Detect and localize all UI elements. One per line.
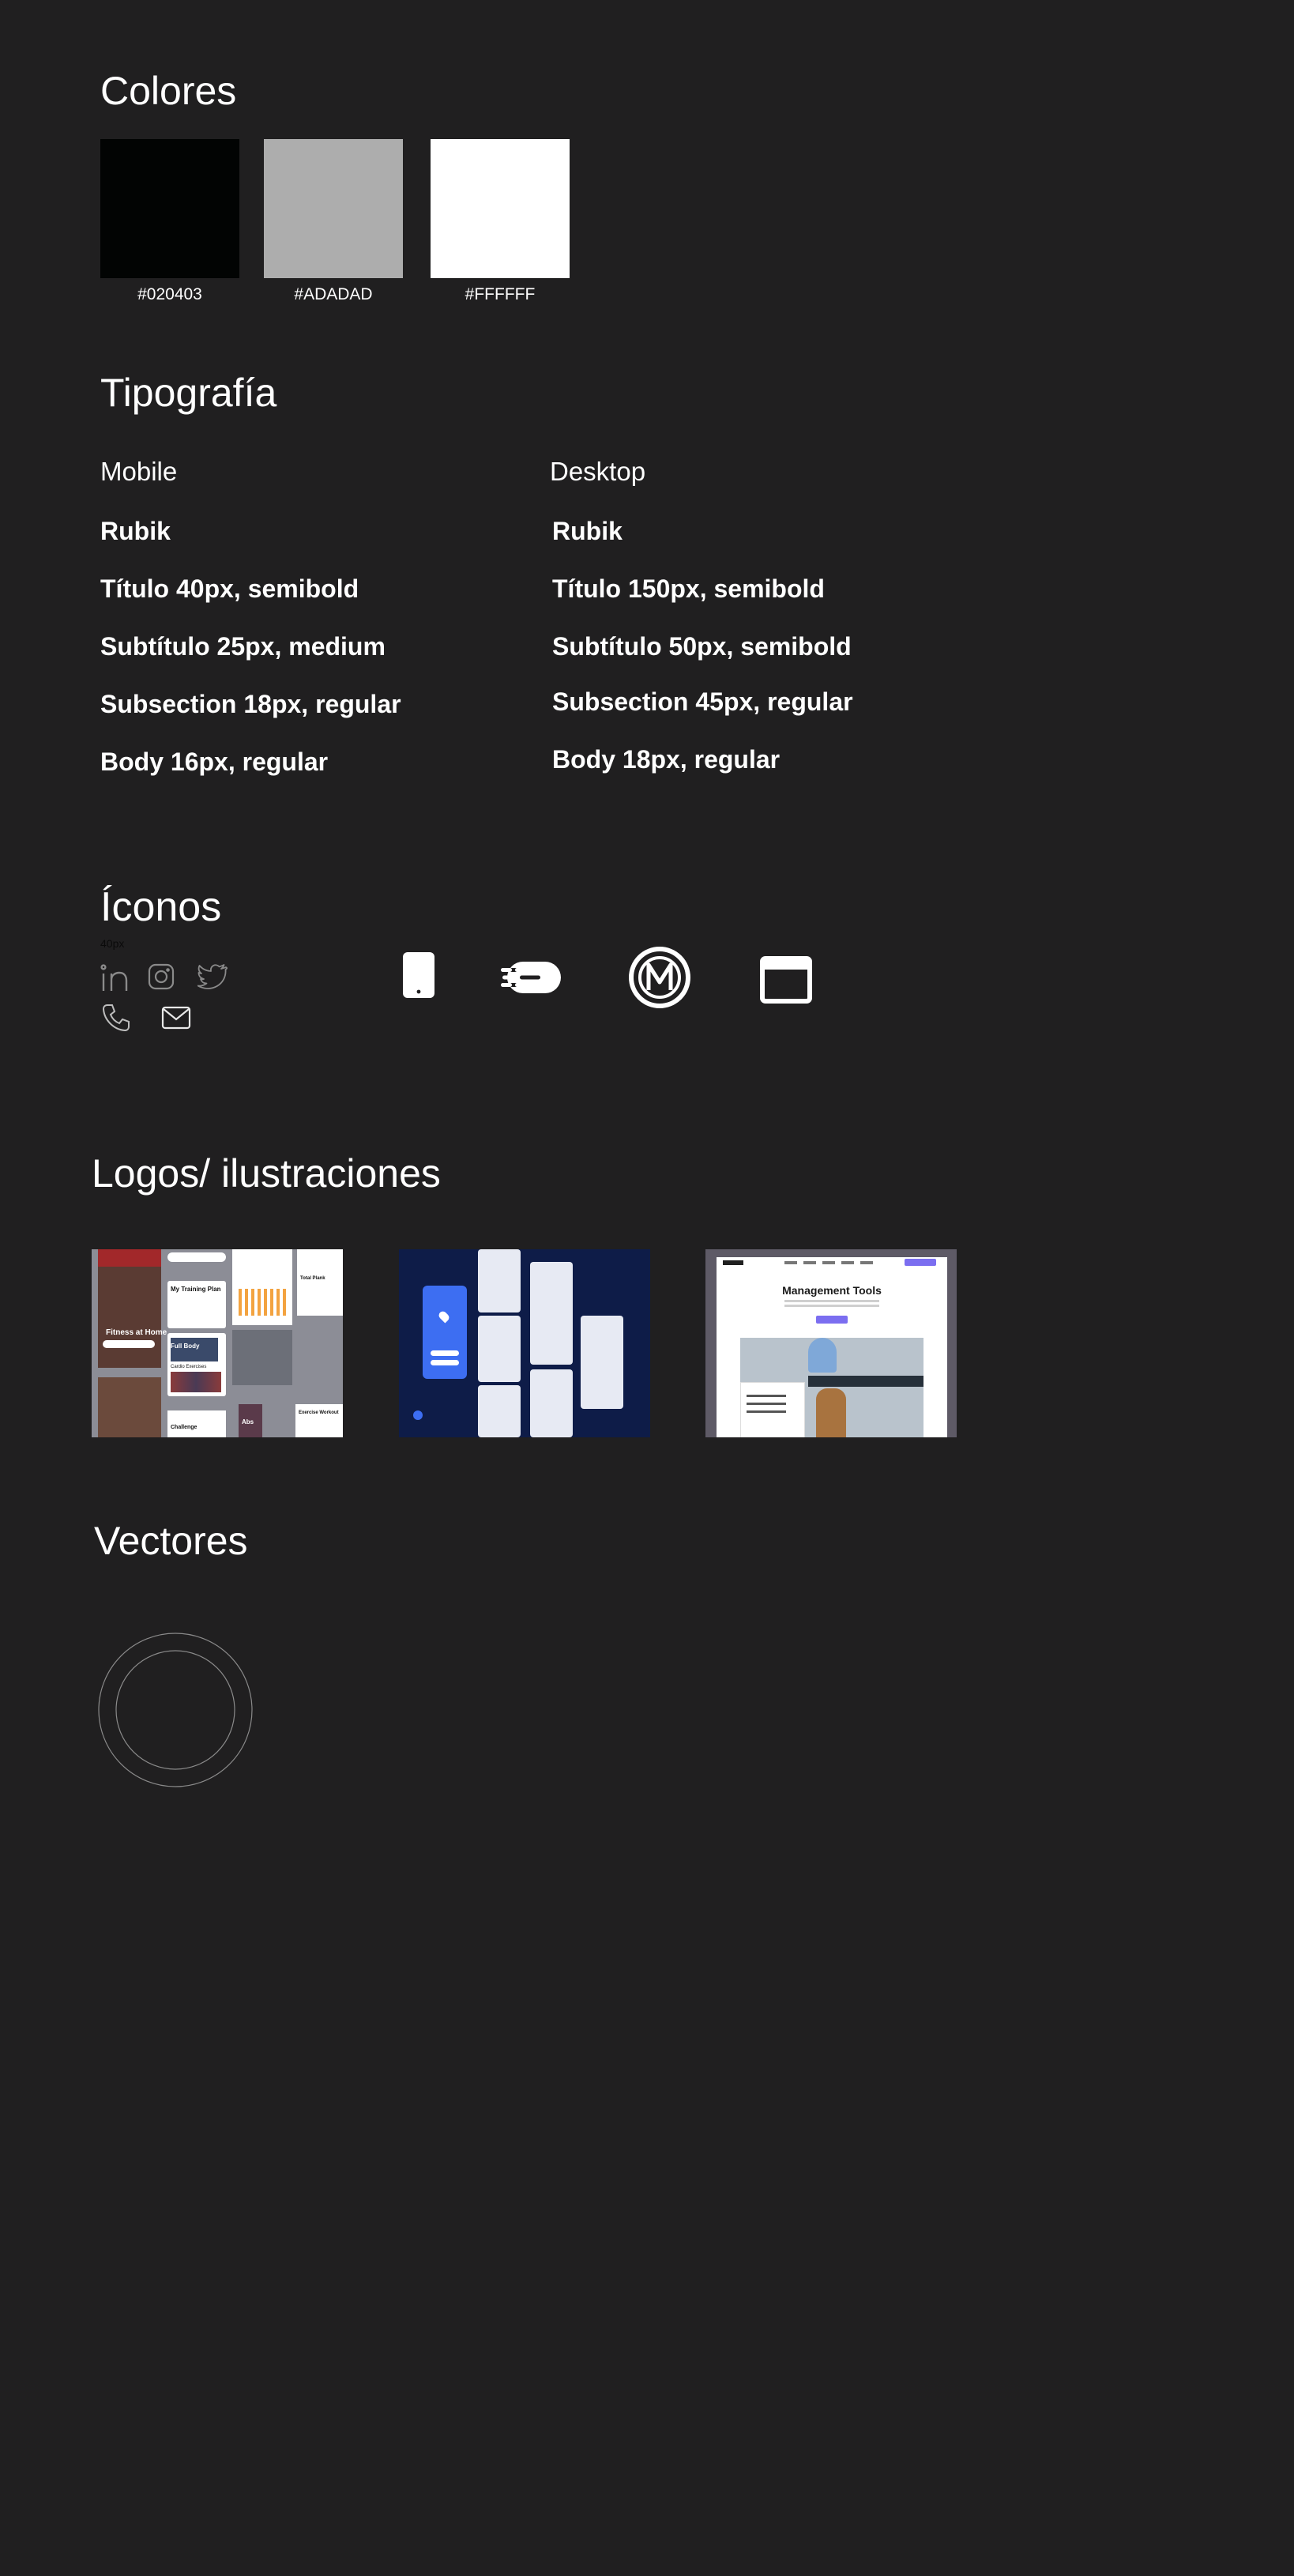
card-total-plank — [297, 1249, 343, 1316]
linkedin-icon[interactable] — [100, 962, 132, 994]
mobile-type-title: Título 40px, semibold — [100, 574, 359, 603]
colores-title: Colores — [100, 69, 237, 113]
logo-dot — [413, 1410, 423, 1420]
swatch-white — [431, 139, 570, 278]
pill — [167, 1252, 226, 1262]
mobile-device-icon[interactable] — [402, 951, 435, 999]
site-nav — [784, 1261, 879, 1264]
browser-window-icon[interactable] — [760, 956, 812, 1004]
card-thumbs — [171, 1372, 221, 1392]
thumb-text: My Training Plan — [171, 1286, 221, 1293]
desktop-type-subtitle: Subtítulo 50px, semibold — [552, 632, 852, 661]
concentric-circles-vector — [98, 1633, 253, 1787]
thumb-text: Exercise Workout — [299, 1410, 339, 1415]
vectores-title: Vectores — [94, 1519, 248, 1563]
thumb-text: Total Plank — [300, 1276, 325, 1281]
screen-button — [431, 1360, 459, 1365]
screen-card — [581, 1316, 623, 1409]
screen-button — [431, 1350, 459, 1356]
swatch-black — [100, 139, 239, 278]
thumb-text: Management Tools — [782, 1284, 882, 1297]
m-logo-icon[interactable] — [628, 946, 691, 1009]
mail-icon[interactable] — [160, 1005, 192, 1030]
site-logo — [723, 1260, 743, 1265]
task-line — [747, 1410, 786, 1413]
card-exercise — [295, 1404, 343, 1437]
phone-screen-photo — [98, 1377, 161, 1437]
dog-figure — [816, 1388, 846, 1437]
mobile-type-subsection: Subsection 18px, regular — [100, 690, 401, 718]
screen-card — [478, 1385, 521, 1437]
twitter-icon[interactable] — [197, 964, 228, 989]
thumb-text: Abs — [242, 1418, 254, 1425]
phone-icon[interactable] — [100, 1002, 132, 1034]
task-card — [740, 1382, 805, 1437]
screen-card — [530, 1262, 573, 1365]
mobile-app-screens[interactable] — [399, 1249, 650, 1437]
mobile-type-body: Body 16px, regular — [100, 748, 329, 776]
logos-title: Logos/ ilustraciones — [92, 1151, 441, 1196]
swatch-gray — [264, 139, 403, 278]
iconos-title: Íconos — [100, 884, 222, 930]
site-subtext — [784, 1300, 879, 1302]
desktop-type-body: Body 18px, regular — [552, 745, 781, 774]
desktop-type-title: Título 150px, semibold — [552, 574, 825, 603]
desktop-type-subsection: Subsection 45px, regular — [552, 687, 853, 716]
mobile-type-subtitle: Subtítulo 25px, medium — [100, 632, 386, 661]
phone-button — [103, 1340, 155, 1348]
tipografia-title: Tipografía — [100, 371, 277, 415]
card-plank-photo — [232, 1330, 292, 1385]
site-subtext — [784, 1305, 879, 1307]
screen-card — [478, 1316, 521, 1382]
phone-header — [98, 1249, 161, 1267]
screen-card — [478, 1249, 521, 1312]
person-figure — [808, 1338, 837, 1373]
speed-icon[interactable] — [499, 959, 562, 996]
swatch-label: #ADADAD — [294, 285, 373, 303]
swatch-label: #020403 — [137, 285, 202, 303]
management-tools-website[interactable]: Management Tools — [705, 1249, 957, 1437]
card-image — [171, 1338, 218, 1361]
mobile-type-font: Rubik — [100, 517, 171, 545]
card-challenge — [167, 1410, 226, 1437]
thumb-text: Challenge — [171, 1425, 197, 1430]
icon-size-caption: 40px — [100, 937, 125, 950]
phone-screen-red — [98, 1249, 161, 1368]
desk-graphic — [808, 1376, 923, 1387]
mobile-heading: Mobile — [100, 457, 178, 486]
site-button — [816, 1316, 848, 1324]
swatch-label: #FFFFFF — [465, 285, 536, 303]
desktop-heading: Desktop — [550, 457, 646, 486]
screen-card — [530, 1369, 573, 1437]
thumb-text: Fitness at Home — [106, 1328, 167, 1337]
bar-chart-graphic — [239, 1289, 286, 1316]
desktop-type-font: Rubik — [552, 517, 623, 545]
site-cta — [905, 1259, 936, 1266]
fitness-app-collage[interactable]: Fitness at Home My Training Plan Full Bo… — [92, 1249, 343, 1437]
thumb-text: Cardio Exercises — [171, 1365, 207, 1369]
instagram-icon[interactable] — [147, 962, 175, 991]
task-line — [747, 1395, 786, 1397]
task-line — [747, 1403, 786, 1405]
thumb-text: Full Body — [171, 1343, 200, 1350]
